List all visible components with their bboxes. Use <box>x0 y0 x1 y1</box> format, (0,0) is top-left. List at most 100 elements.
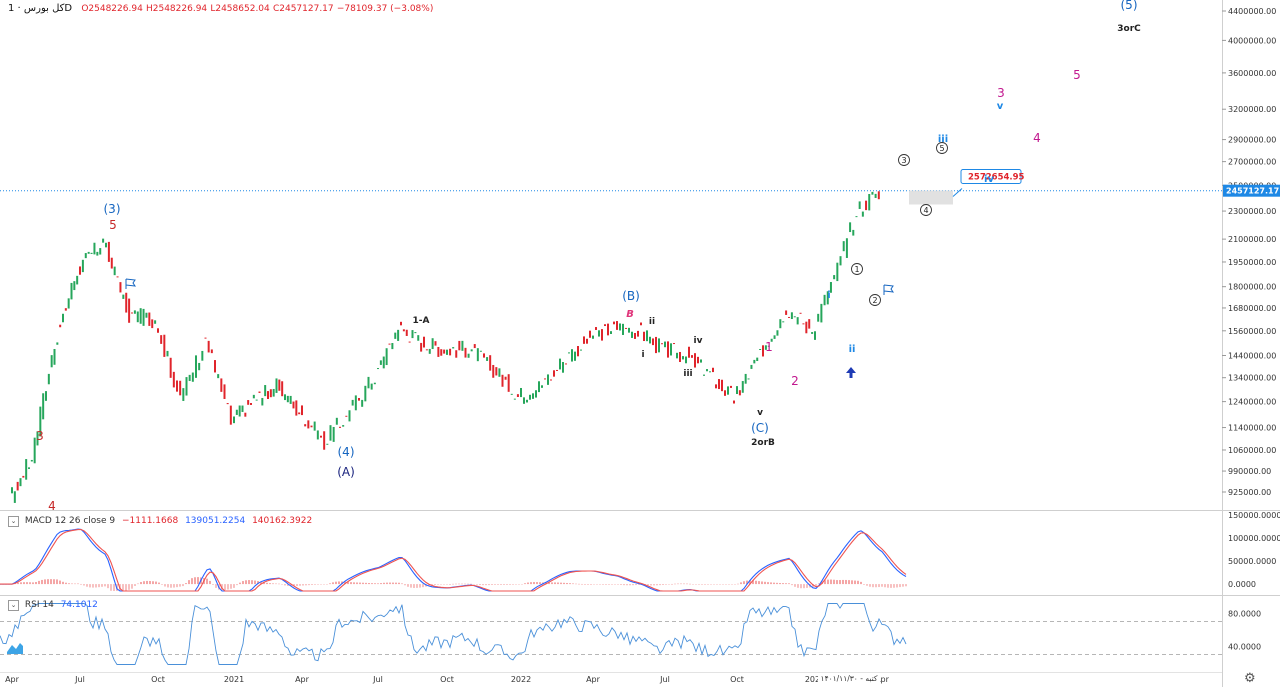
price-candle[interactable] <box>565 363 567 365</box>
price-candle[interactable] <box>604 324 606 327</box>
price-candle[interactable] <box>467 353 470 358</box>
price-candle[interactable] <box>613 321 615 325</box>
wave-label-1a[interactable]: 1-A <box>413 316 430 326</box>
price-candle[interactable] <box>388 343 391 345</box>
price-candle[interactable] <box>631 331 633 338</box>
wave-label-blue-v[interactable]: v <box>997 101 1004 112</box>
wave-label-ii[interactable]: ii <box>649 317 655 327</box>
price-candle[interactable] <box>275 378 278 393</box>
price-candle[interactable] <box>622 323 624 335</box>
price-candle[interactable] <box>367 376 370 389</box>
price-candle[interactable] <box>559 358 561 370</box>
price-candle[interactable] <box>313 421 316 431</box>
price-candle[interactable] <box>151 319 154 329</box>
price-candle[interactable] <box>637 330 639 337</box>
price-candle[interactable] <box>510 393 513 395</box>
price-candle[interactable] <box>278 379 281 391</box>
price-candle[interactable] <box>470 349 473 352</box>
price-candle[interactable] <box>523 397 525 404</box>
price-candle[interactable] <box>131 312 133 314</box>
price-candle[interactable] <box>823 294 826 306</box>
price-candle[interactable] <box>304 424 307 427</box>
wave-label-4[interactable]: 4 <box>48 499 56 513</box>
price-candle[interactable] <box>736 386 738 395</box>
price-candle[interactable] <box>592 335 594 339</box>
price-candle[interactable] <box>188 374 191 381</box>
price-candle[interactable] <box>495 367 498 376</box>
wave-label-5[interactable]: 5 <box>109 218 117 232</box>
price-candle[interactable] <box>634 332 636 339</box>
price-candle[interactable] <box>544 378 546 380</box>
rsi-line[interactable] <box>0 603 907 665</box>
price-candle[interactable] <box>553 370 555 377</box>
price-candle[interactable] <box>207 340 210 353</box>
wave-label-paren-a[interactable]: (A) <box>337 465 355 479</box>
price-candle[interactable] <box>852 229 855 236</box>
price-candle[interactable] <box>142 308 145 326</box>
price-candle[interactable] <box>461 340 464 351</box>
price-candle[interactable] <box>646 330 648 342</box>
price-candle[interactable] <box>128 298 131 323</box>
price-candle[interactable] <box>172 371 175 388</box>
wave-label-3[interactable]: 3 <box>36 429 44 443</box>
price-candle[interactable] <box>414 332 417 334</box>
price-candle[interactable] <box>682 356 684 360</box>
price-candle[interactable] <box>428 348 431 354</box>
price-candle[interactable] <box>176 380 178 392</box>
price-candle[interactable] <box>479 350 482 352</box>
price-candle[interactable] <box>105 242 107 248</box>
price-candle[interactable] <box>759 348 762 350</box>
price-candle[interactable] <box>721 379 723 392</box>
price-candle[interactable] <box>577 346 579 357</box>
price-candle[interactable] <box>310 425 313 428</box>
price-candle[interactable] <box>56 342 59 345</box>
price-candle[interactable] <box>492 364 495 378</box>
price-candle[interactable] <box>182 388 185 401</box>
price-candle[interactable] <box>762 345 764 357</box>
price-candle[interactable] <box>688 346 690 358</box>
price-candle[interactable] <box>700 359 702 363</box>
price-candle[interactable] <box>706 369 708 372</box>
price-candle[interactable] <box>550 379 552 381</box>
price-candle[interactable] <box>443 349 446 354</box>
wave-label-paren-c[interactable]: (C) <box>751 421 769 435</box>
price-candle[interactable] <box>556 369 558 371</box>
price-candle[interactable] <box>320 435 322 438</box>
price-candle[interactable] <box>345 415 348 417</box>
price-candle[interactable] <box>110 257 113 269</box>
price-candle[interactable] <box>400 321 402 326</box>
price-candle[interactable] <box>87 251 90 254</box>
price-candle[interactable] <box>62 313 64 323</box>
tradingview-logo-icon[interactable] <box>6 640 24 656</box>
price-candle[interactable] <box>160 335 163 344</box>
price-candle[interactable] <box>335 417 338 425</box>
price-candle[interactable] <box>446 349 448 355</box>
price-candle[interactable] <box>595 327 597 330</box>
price-candle[interactable] <box>93 242 96 255</box>
price-candle[interactable] <box>423 336 425 348</box>
price-candle[interactable] <box>351 399 354 406</box>
price-candle[interactable] <box>16 481 19 491</box>
price-candle[interactable] <box>354 395 357 411</box>
price-candle[interactable] <box>370 383 373 390</box>
price-candle[interactable] <box>235 409 238 415</box>
price-candle[interactable] <box>264 385 267 397</box>
price-candle[interactable] <box>122 294 125 299</box>
price-candle[interactable] <box>520 387 522 398</box>
price-candle[interactable] <box>504 376 507 380</box>
price-candle[interactable] <box>420 342 423 352</box>
price-candle[interactable] <box>601 329 603 341</box>
price-candle[interactable] <box>391 343 394 350</box>
price-candle[interactable] <box>45 391 47 401</box>
price-candle[interactable] <box>703 374 705 376</box>
price-candle[interactable] <box>730 385 732 388</box>
price-candle[interactable] <box>871 191 874 195</box>
price-candle[interactable] <box>64 308 67 311</box>
price-candle[interactable] <box>307 420 310 429</box>
price-candle[interactable] <box>90 252 93 254</box>
price-candle[interactable] <box>858 201 861 209</box>
price-candle[interactable] <box>793 316 796 318</box>
price-candle[interactable] <box>59 324 62 328</box>
price-candle[interactable] <box>281 381 284 397</box>
price-candle[interactable] <box>679 351 681 362</box>
